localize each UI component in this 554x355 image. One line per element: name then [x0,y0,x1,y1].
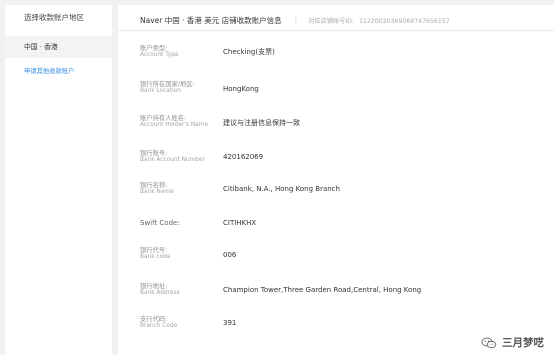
field-label: 银行地址: Bank Address [140,283,180,297]
field-value: CITIHKHX [223,219,257,227]
field-label-en: Branch Code [140,323,178,329]
field-label: 银行所在国家/地区: Bank Location [140,81,195,95]
field-row-bank-name: 银行名称: Bank Name Citibank, N.A., Hong Kon… [118,175,554,210]
field-label-cn: 银行地址: [140,283,168,290]
watermark-text: 三月梦呓 [502,337,544,349]
field-value: Citibank, N.A., Hong Kong Branch [223,185,340,193]
field-label-en: Bank Location [140,88,181,94]
field-label-en: Account Holder's Name [140,122,208,128]
field-label-cn: 银行账号: [140,150,168,157]
field-label-en: Account Type [140,52,179,58]
field-row-account-holder: 账户持有人姓名: Account Holder's Name 建议与注册信息保持… [118,108,554,142]
field-label-swift: Swift Code: [140,219,180,227]
field-label: 银行账号: Bank Account Number [140,150,205,164]
field-label: 银行名称: Bank Name [140,182,174,196]
field-row-account-number: 银行账号: Bank Account Number 420162069 [118,142,554,175]
field-value: 391 [223,319,237,327]
field-label-cn: 账户类型: [140,45,168,52]
field-row-bank-address: 银行地址: Bank Address Champion Tower,Three … [118,276,554,310]
field-value: Checking(支票) [223,48,275,56]
field-label: 账户类型: Account Type [140,45,179,59]
field-value: 006 [223,251,237,259]
field-value: 建议与注册信息保持一致 [223,119,300,127]
account-field-list: 账户类型: Account Type Checking(支票) 银行所在国家/地… [118,31,554,340]
field-label-cn: 银行代号: [140,247,168,254]
store-id-label: 对应店铺账号ID: [308,18,355,25]
field-label-en: Bank Address [140,290,180,296]
field-label-en: Bank Account Number [140,157,205,163]
field-value: HongKong [223,85,259,93]
field-value: Champion Tower,Three Garden Road,Central… [223,286,422,294]
sidebar-title: 选择收款账户地区 [24,13,84,22]
field-row-swift-code: Swift Code: CITIHKHX [118,210,554,241]
sidebar: 选择收款账户地区 中国 · 香港 申请其他收款账户 [5,5,112,355]
field-label: 支行代码: Branch Code [140,316,177,330]
field-row-account-type: 账户类型: Account Type Checking(支票) [118,41,554,75]
field-label: 账户持有人姓名: Account Holder's Name [140,115,208,129]
field-label-cn: 银行所在国家/地区: [140,81,195,88]
field-label-en: Bank code [140,254,171,260]
field-value: 420162069 [223,153,264,161]
page-title: Naver 中国 · 香港 美元 店铺收款账户信息 [140,16,282,25]
store-id-value: 11220020369069747656157 [359,18,450,25]
sidebar-item-hongkong[interactable]: 中国 · 香港 [5,36,112,58]
field-label-cn: 银行名称: [140,182,168,189]
field-label-en: Bank Name [140,189,174,195]
field-label: Swift Code: [140,216,180,230]
field-row-bank-location: 银行所在国家/地区: Bank Location HongKong [118,75,554,108]
watermark: 三月梦呓 [481,335,544,350]
header-divider: | [294,17,298,25]
wechat-icon [481,337,497,348]
field-label: 银行代号: Bank code [140,247,170,261]
field-label-cn: 支行代码: [140,316,168,323]
panel-header: Naver 中国 · 香港 美元 店铺收款账户信息 | 对应店铺账号ID: 11… [118,5,554,31]
field-label-cn: 账户持有人姓名: [140,115,187,122]
field-row-bank-code: 银行代号: Bank code 006 [118,241,554,276]
account-info-panel: Naver 中国 · 香港 美元 店铺收款账户信息 | 对应店铺账号ID: 11… [118,5,554,355]
apply-other-account-link[interactable]: 申请其他收款账户 [5,64,112,80]
